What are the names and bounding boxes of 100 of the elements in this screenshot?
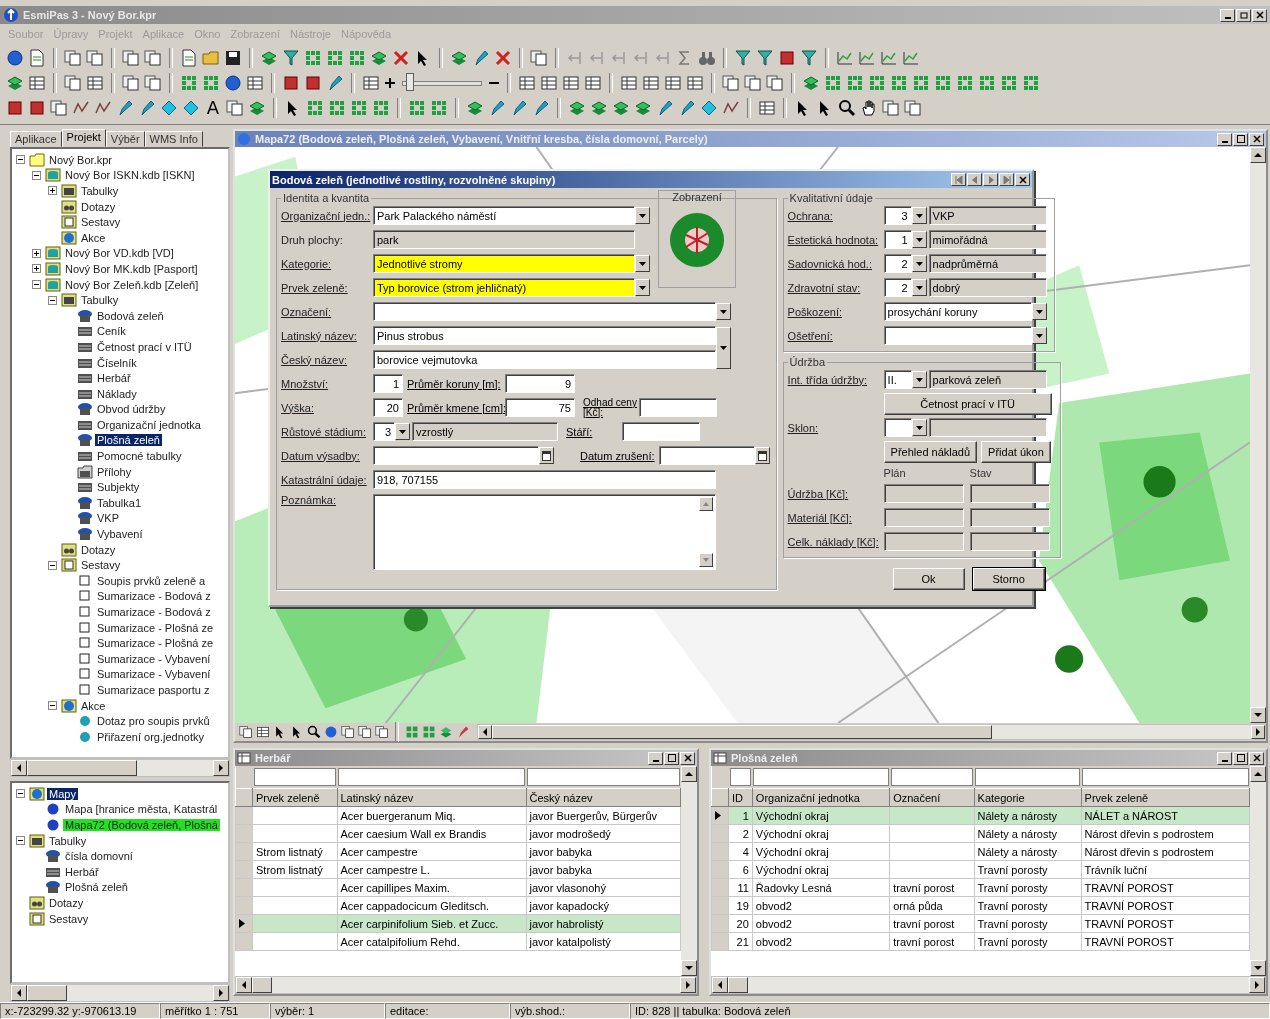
tree-item[interactable]: Sestavy: [79, 559, 123, 572]
layers-icon[interactable]: [568, 99, 586, 117]
expander-icon[interactable]: [16, 836, 25, 846]
tree-item[interactable]: čísla domovní: [63, 850, 135, 863]
tree-item[interactable]: Nový Bor Zeleň.kdb [Zeleň]: [63, 278, 201, 291]
horizontal-scrollbar[interactable]: [711, 976, 1266, 994]
square-icon[interactable]: [778, 49, 796, 67]
tree-item[interactable]: Dotaz pro soupis prvků: [95, 715, 212, 728]
tree-item[interactable]: Náklady: [95, 387, 139, 400]
filter-field[interactable]: [527, 768, 680, 786]
pencil-icon[interactable]: [326, 74, 344, 92]
pencil-icon[interactable]: [456, 725, 470, 739]
pencil-icon[interactable]: [678, 99, 696, 117]
action-button[interactable]: Přehled nákladů: [883, 440, 978, 463]
scroll-thumb[interactable]: [252, 977, 272, 993]
close-button[interactable]: [1015, 173, 1030, 186]
pencil-icon[interactable]: [510, 99, 528, 117]
expander-icon[interactable]: [16, 155, 25, 165]
first-record-button[interactable]: [951, 173, 966, 186]
expander-icon[interactable]: [32, 248, 41, 258]
funnel-icon[interactable]: [800, 49, 818, 67]
calendar-button[interactable]: [539, 447, 554, 464]
square-icon[interactable]: [282, 74, 300, 92]
copy-icon[interactable]: [226, 99, 244, 117]
tree-item[interactable]: Tabulky: [79, 185, 121, 197]
zoom-slider[interactable]: [402, 73, 482, 93]
tree-item[interactable]: Akce: [79, 231, 108, 244]
tree-item[interactable]: Nový Bor.kpr: [47, 153, 114, 166]
copy-icon[interactable]: [144, 49, 162, 67]
tree-item[interactable]: Soupis prvků zeleně a: [95, 574, 208, 587]
trunk-diameter-field[interactable]: 75: [505, 398, 575, 417]
element-dropdown[interactable]: Typ borovice (strom jehličnatý): [373, 278, 635, 297]
column-header[interactable]: Označení: [889, 788, 975, 807]
tree-item[interactable]: Plošná zeleň: [63, 881, 130, 894]
expander-icon[interactable]: [32, 264, 41, 274]
table-icon[interactable]: [584, 74, 602, 92]
slider-thumb[interactable]: [406, 73, 414, 91]
table-icon[interactable]: [562, 74, 580, 92]
hand-icon[interactable]: [860, 99, 878, 117]
pencil-icon[interactable]: [656, 99, 674, 117]
copy-icon[interactable]: [904, 99, 922, 117]
table-icon[interactable]: [758, 99, 776, 117]
tree-item[interactable]: Číselník: [95, 356, 139, 369]
maximize-button[interactable]: [664, 751, 679, 765]
copy-icon[interactable]: [530, 49, 548, 67]
square-icon[interactable]: [28, 99, 46, 117]
horizontal-scrollbar[interactable]: [10, 759, 230, 777]
tree-item[interactable]: Dotazy: [47, 896, 86, 909]
horizontal-scrollbar[interactable]: [477, 724, 1266, 740]
tree-item[interactable]: Přiřazení org.jednotky: [95, 730, 206, 743]
expander-icon[interactable]: [48, 701, 57, 711]
table-icon[interactable]: [256, 725, 270, 739]
filter-field[interactable]: [753, 768, 889, 786]
document-icon[interactable]: [180, 49, 198, 67]
pencil-icon[interactable]: [116, 99, 134, 117]
pencil-icon[interactable]: [532, 99, 550, 117]
close-button[interactable]: [680, 751, 695, 765]
expander-icon[interactable]: [16, 789, 25, 799]
expander-icon[interactable]: [32, 170, 41, 180]
tree-item[interactable]: Subjekty: [95, 481, 142, 494]
class-dropdown[interactable]: II.: [883, 370, 912, 389]
tree-item[interactable]: Vybavení: [95, 528, 145, 541]
restore-button[interactable]: [1236, 8, 1251, 22]
copy-icon[interactable]: [341, 725, 355, 739]
filter-field[interactable]: [729, 768, 752, 786]
vertical-scrollbar[interactable]: [1250, 147, 1266, 723]
layers-icon[interactable]: [6, 74, 24, 92]
dialog-button[interactable]: Storno: [972, 568, 1045, 590]
code-dropdown[interactable]: 2: [883, 278, 912, 297]
table-icon[interactable]: [540, 74, 558, 92]
maximize-button[interactable]: [1233, 132, 1248, 146]
age-field[interactable]: [622, 422, 700, 441]
copy-icon[interactable]: [722, 74, 740, 92]
tree-item[interactable]: Sumarizace - Bodová z: [95, 590, 213, 603]
stage-code-dropdown[interactable]: 3: [373, 422, 395, 441]
copy-icon[interactable]: [64, 49, 82, 67]
table-icon[interactable]: [362, 74, 380, 92]
table-icon[interactable]: [518, 74, 536, 92]
tree-item[interactable]: Dotazy: [79, 200, 118, 213]
table-icon[interactable]: [642, 74, 660, 92]
column-header[interactable]: Latinský název: [337, 788, 527, 807]
copy-icon[interactable]: [744, 74, 762, 92]
tree-item[interactable]: Tabulky: [79, 294, 121, 307]
filter-field[interactable]: [975, 768, 1081, 786]
horizontal-scrollbar[interactable]: [235, 976, 697, 994]
filter-field[interactable]: [253, 768, 336, 786]
chart-icon[interactable]: [902, 49, 920, 67]
copy-icon[interactable]: [882, 99, 900, 117]
damage-dropdown[interactable]: prosychání koruny: [883, 302, 1032, 321]
column-header[interactable]: Prvek zeleně: [1081, 788, 1250, 807]
org-unit-dropdown[interactable]: Park Palackého náměstí: [373, 206, 635, 225]
diamond-icon[interactable]: [160, 99, 178, 117]
minimize-button[interactable]: [1220, 8, 1235, 22]
tree-item[interactable]: Obvod údržby: [95, 403, 168, 416]
vertical-scrollbar[interactable]: [1250, 766, 1266, 976]
slope-dropdown[interactable]: [883, 418, 912, 437]
previous-record-button[interactable]: [967, 173, 982, 186]
tree-item[interactable]: Bodová zeleň: [95, 309, 166, 322]
czech-name-field[interactable]: borovice vejmutovka: [373, 350, 716, 369]
globe-icon[interactable]: [6, 49, 24, 67]
